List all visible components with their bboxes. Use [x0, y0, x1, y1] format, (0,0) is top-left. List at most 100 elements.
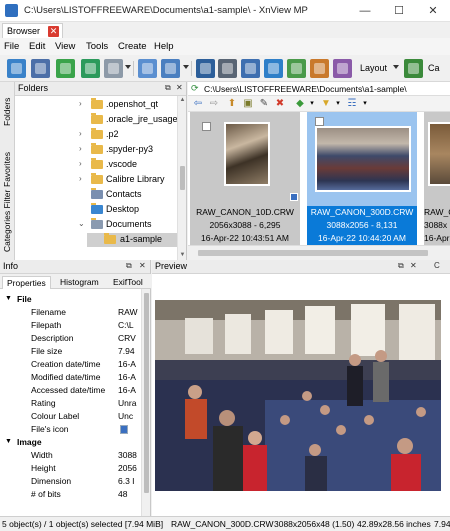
menu-view[interactable]: View — [55, 41, 75, 52]
close-window-button[interactable]: ✕ — [416, 2, 450, 20]
refresh-icon[interactable] — [56, 59, 75, 78]
tab-properties[interactable]: Properties — [2, 276, 51, 289]
tab-folders[interactable]: Folders — [1, 86, 14, 138]
thumbnail-item-selected[interactable]: RAW_CANON_300D.CRW 3088x2056 - 8,131 16-… — [307, 112, 417, 245]
fullscreen-icon[interactable] — [31, 59, 50, 78]
chevron-right-icon[interactable]: › — [79, 144, 82, 153]
new-folder-icon[interactable]: ▣ — [242, 98, 254, 110]
collapsed-panel-tab[interactable]: C — [434, 261, 440, 270]
scroll-down-icon[interactable]: ▼ — [178, 251, 187, 259]
delete-icon[interactable]: ✖ — [274, 98, 286, 110]
tab-categories-filter[interactable]: Categories Filter — [1, 182, 14, 260]
select-checkbox[interactable] — [315, 117, 324, 126]
folder-item[interactable]: › .openshot_qt — [15, 98, 177, 112]
photo-person — [416, 407, 426, 417]
chevron-down-icon[interactable] — [393, 65, 399, 69]
sync-icon[interactable] — [81, 59, 100, 78]
forward-icon[interactable]: ⇨ — [208, 98, 220, 110]
chevron-down-icon[interactable]: ▼ — [5, 295, 12, 302]
float-panel-icon[interactable]: ⧉ — [398, 261, 404, 271]
select-checkbox[interactable] — [202, 122, 211, 131]
tab-close-icon[interactable]: ✕ — [48, 26, 60, 37]
address-path[interactable]: C:\Users\LISTOFFREEWARE\Documents\a1-sam… — [204, 84, 444, 94]
copy-to-icon[interactable] — [138, 59, 157, 78]
status-filesize: 7.94 M — [434, 519, 450, 529]
find-icon[interactable] — [196, 59, 215, 78]
close-panel-icon[interactable]: ✕ — [410, 261, 417, 270]
move-to-icon[interactable] — [161, 59, 180, 78]
folder-icon — [91, 143, 103, 154]
toolbar-overflow-label[interactable]: Ca — [428, 63, 440, 73]
menu-create[interactable]: Create — [118, 41, 147, 52]
category-icon[interactable] — [404, 59, 423, 78]
up-folder-icon[interactable]: ⬆ — [226, 98, 238, 110]
scroll-up-icon[interactable]: ▲ — [178, 96, 187, 104]
info-scrollbar-thumb[interactable] — [144, 293, 149, 493]
folder-item[interactable]: › .spyder-py3 — [15, 143, 177, 157]
chevron-right-icon[interactable]: › — [79, 174, 82, 183]
tab-histogram[interactable]: Histogram — [56, 276, 103, 289]
tab-exiftool[interactable]: ExifTool — [109, 276, 147, 289]
chevron-right-icon[interactable]: › — [79, 99, 82, 108]
filter-icon[interactable]: ▼ — [320, 98, 332, 110]
close-panel-icon[interactable]: ✕ — [139, 261, 146, 270]
section-file[interactable]: ▼ File — [0, 293, 142, 306]
menu-tools[interactable]: Tools — [86, 41, 108, 52]
info-scrollbar[interactable] — [141, 289, 150, 516]
chevron-down-icon[interactable]: ▾ — [332, 98, 344, 110]
edit-icon[interactable]: ✎ — [258, 98, 270, 110]
convert-icon[interactable] — [310, 59, 329, 78]
float-panel-icon[interactable]: ⧉ — [165, 83, 171, 93]
folder-icon — [91, 173, 103, 184]
wallpaper-icon[interactable] — [287, 59, 306, 78]
slideshow-icon[interactable] — [264, 59, 283, 78]
chevron-down-icon[interactable] — [125, 65, 131, 69]
chevron-down-icon[interactable]: ▾ — [306, 98, 318, 110]
layout-button[interactable]: Layout — [360, 63, 387, 73]
folders-scrollbar-thumb[interactable] — [180, 166, 185, 190]
chevron-down-icon[interactable]: ▼ — [5, 438, 12, 445]
menu-help[interactable]: Help — [154, 41, 174, 52]
folder-item[interactable]: Contacts — [15, 188, 177, 202]
chevron-down-icon[interactable] — [183, 65, 189, 69]
tab-browser[interactable]: Browser ✕ — [2, 23, 64, 38]
folder-item[interactable]: ⌄ Documents — [15, 218, 177, 232]
thumbnail-item[interactable]: RAW_CA 3088x 16-Apr — [424, 112, 450, 245]
folder-item[interactable]: Desktop — [15, 203, 177, 217]
property-value: 3088 — [118, 450, 137, 460]
thumbnail-dimensions: 2056x3088 - 6,295 — [209, 220, 281, 230]
sort-icon[interactable]: ◆ — [294, 98, 306, 110]
menu-edit[interactable]: Edit — [29, 41, 45, 52]
section-image[interactable]: ▼ Image — [0, 436, 142, 449]
folder-item-selected[interactable]: a1-sample — [87, 233, 179, 247]
print-icon[interactable] — [218, 59, 237, 78]
chevron-right-icon[interactable]: › — [79, 129, 82, 138]
settings-icon[interactable] — [333, 59, 352, 78]
maximize-button[interactable]: ☐ — [382, 2, 416, 20]
refresh-folder-icon[interactable]: ⟳ — [191, 83, 201, 93]
section-label: Image — [17, 437, 42, 447]
browser-scrollbar-thumb[interactable] — [198, 250, 428, 256]
back-icon[interactable]: ⇦ — [192, 98, 204, 110]
property-row: Description CRV — [0, 332, 142, 345]
tools-icon[interactable] — [104, 59, 123, 78]
menu-file[interactable]: File — [4, 41, 19, 52]
browser-scrollbar[interactable] — [188, 245, 450, 260]
scanner-icon[interactable] — [241, 59, 260, 78]
folder-item[interactable]: › .p2 — [15, 128, 177, 142]
view-mode-icon[interactable]: ☶ — [346, 98, 358, 110]
tab-bar: Browser ✕ — [0, 22, 450, 38]
folder-item[interactable]: .oracle_jre_usage — [15, 113, 178, 127]
close-panel-icon[interactable]: ✕ — [176, 83, 183, 92]
import-icon[interactable] — [7, 59, 26, 78]
thumbnail-filename: RAW_CA — [424, 207, 450, 217]
chevron-down-icon[interactable]: ⌄ — [78, 219, 85, 228]
chevron-down-icon[interactable]: ▾ — [359, 98, 371, 110]
float-panel-icon[interactable]: ⧉ — [126, 261, 132, 271]
minimize-button[interactable]: — — [348, 2, 382, 20]
folder-item[interactable]: › Calibre Library — [15, 173, 177, 187]
folder-item[interactable]: › .vscode — [15, 158, 177, 172]
chevron-right-icon[interactable]: › — [79, 159, 82, 168]
thumbnail-item[interactable]: RAW_CANON_10D.CRW 2056x3088 - 6,295 16-A… — [190, 112, 300, 245]
folders-scrollbar[interactable]: ▲ ▼ — [177, 96, 186, 260]
